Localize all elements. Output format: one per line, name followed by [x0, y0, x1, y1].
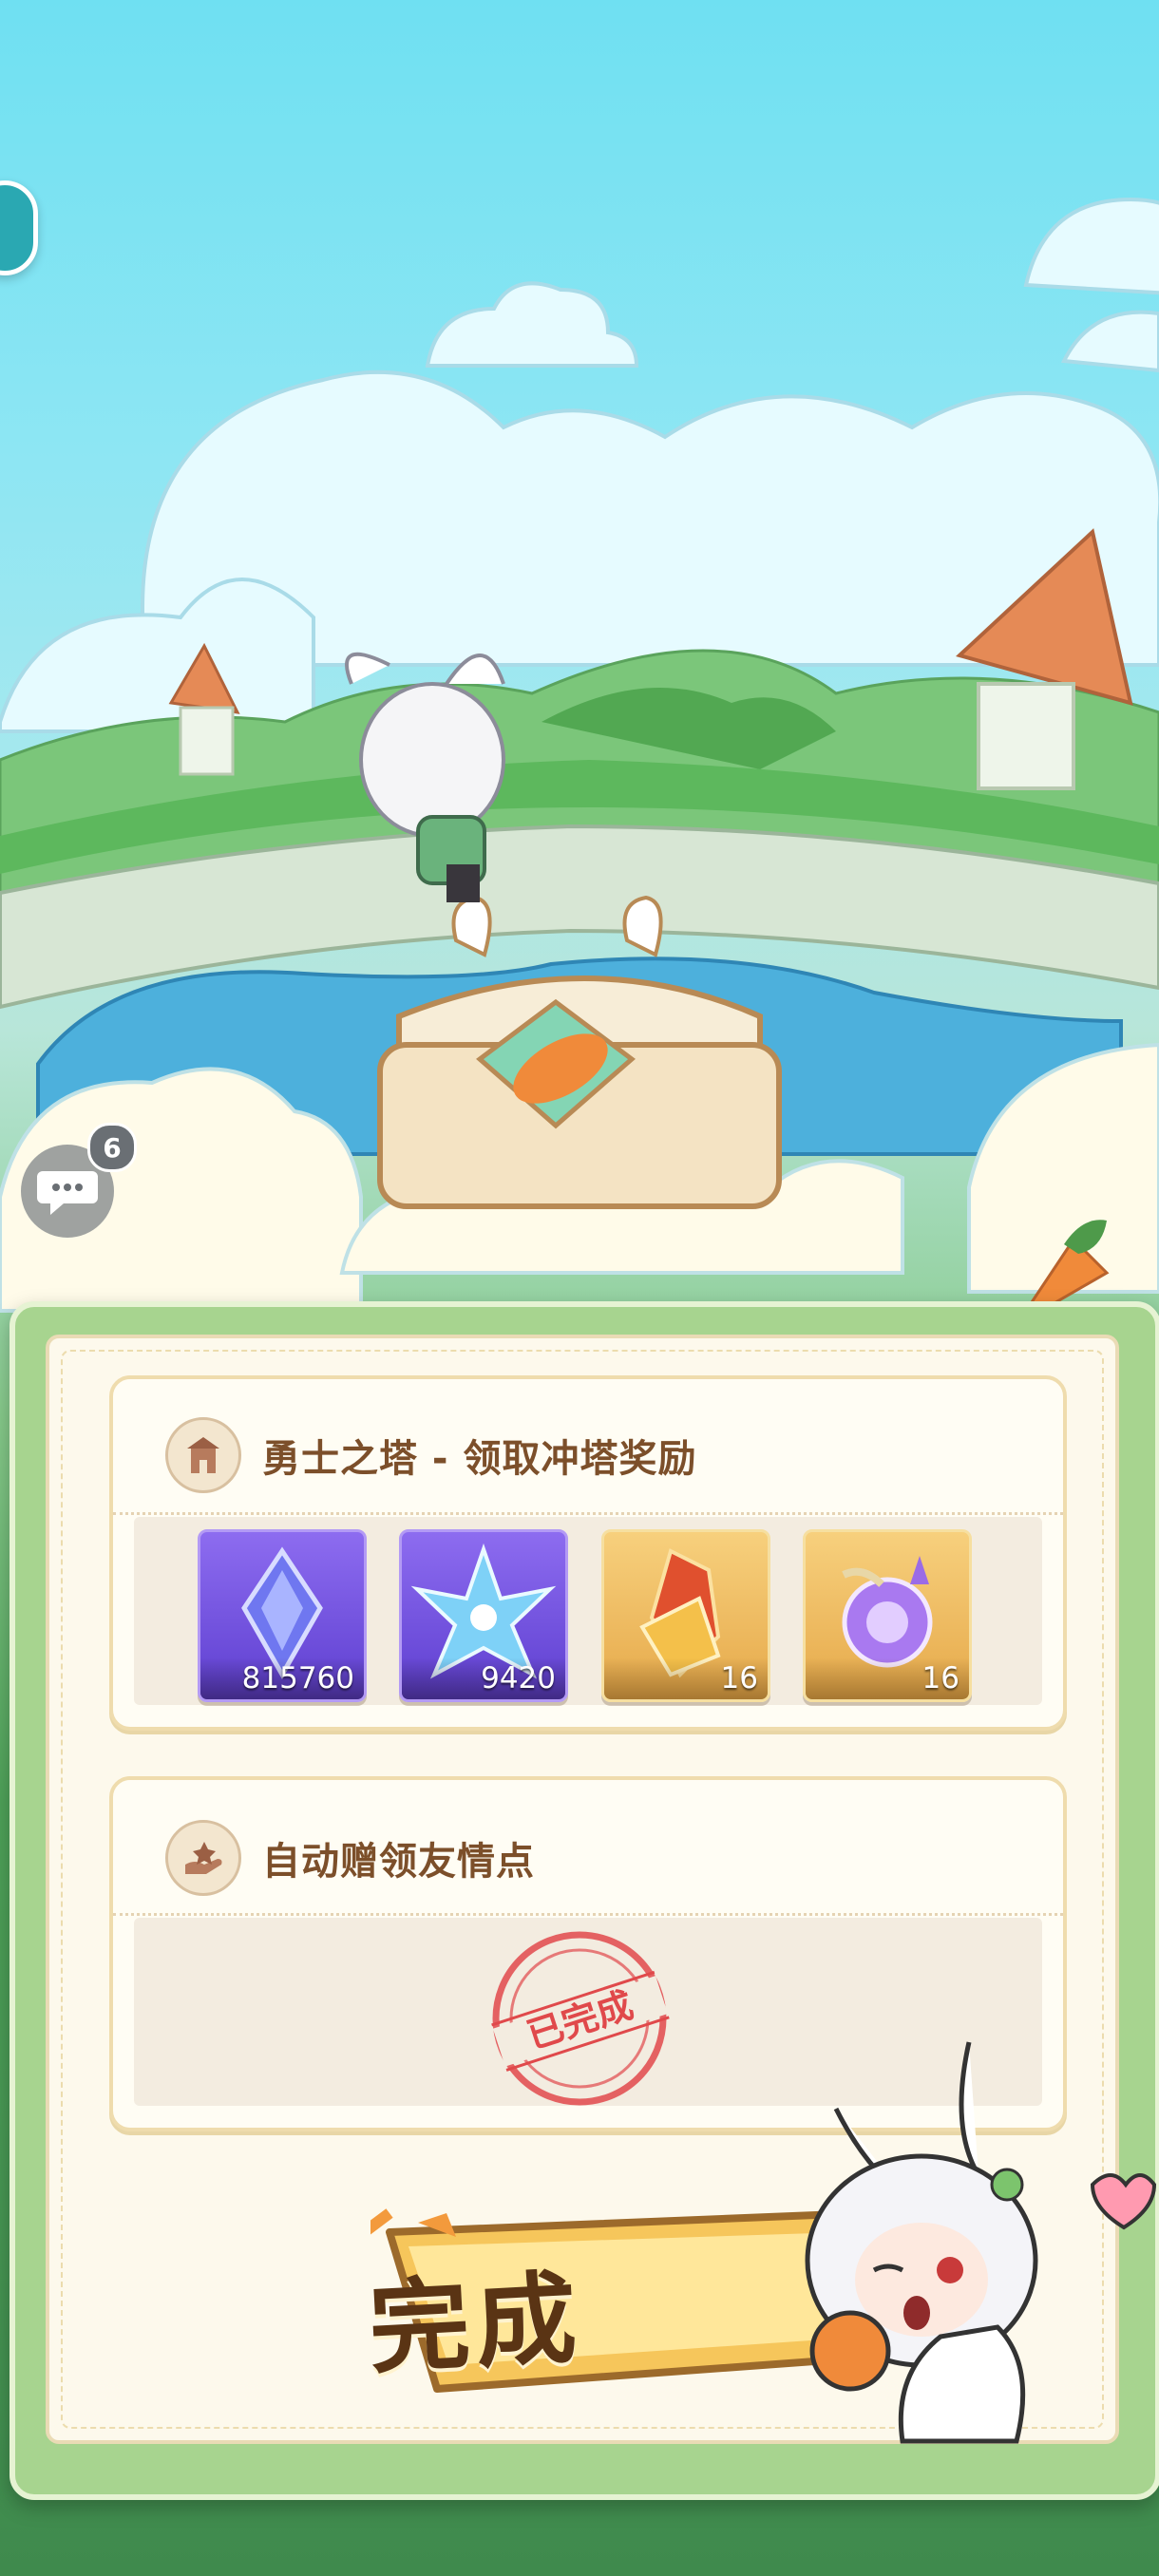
chat-bubble-icon — [37, 1171, 98, 1215]
friendship-title: 自动赠领友情点 — [262, 1840, 535, 1884]
reward-item-4[interactable]: 16 — [803, 1529, 972, 1702]
reward-item-3[interactable]: 16 — [601, 1529, 770, 1702]
complete-button-label[interactable]: 完成 — [186, 2226, 763, 2402]
bunny-girl-mascot — [805, 2041, 1157, 2444]
reward-count-2: 9420 — [402, 1657, 565, 1699]
chat-unread-badge: 6 — [87, 1123, 137, 1172]
card-divider — [113, 1913, 1063, 1916]
friendship-hand-icon — [165, 1820, 241, 1896]
reward-count-3: 16 — [604, 1657, 768, 1699]
tower-icon — [165, 1417, 241, 1493]
tower-reward-title: 勇士之塔 - 领取冲塔奖励 — [262, 1437, 697, 1481]
reward-item-1[interactable]: 815760 — [198, 1529, 367, 1702]
completed-stamp: 已完成 — [491, 1931, 670, 2106]
game-screen: 6 勇士之塔 - 领取冲塔奖励 815760 9420 16 16 自动赠领友情… — [0, 0, 1159, 2576]
reward-count-4: 16 — [806, 1657, 969, 1699]
reward-count-1: 815760 — [200, 1657, 364, 1699]
reward-item-2[interactable]: 9420 — [399, 1529, 568, 1702]
treasure-chest — [377, 895, 782, 1209]
card-divider — [113, 1512, 1063, 1515]
